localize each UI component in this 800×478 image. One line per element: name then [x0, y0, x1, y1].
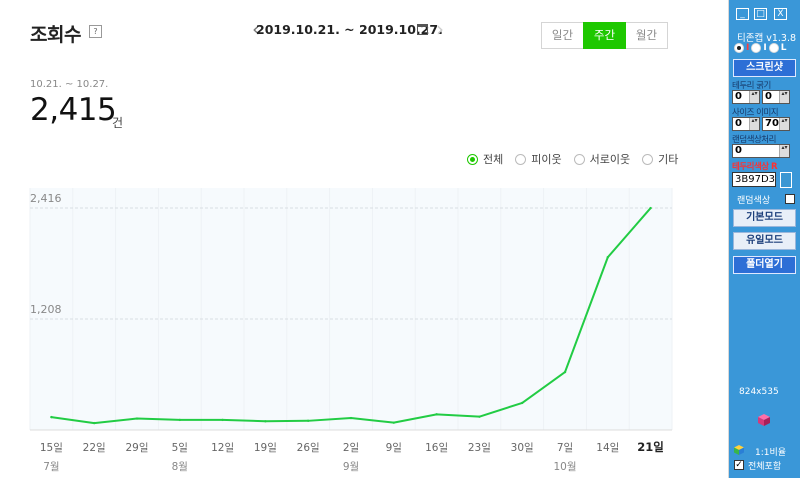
- data-point: [264, 420, 267, 423]
- border-width-input[interactable]: 0: [762, 90, 790, 104]
- capture-tool-sidebar: _ □ X 티존캡 v1.3.8 I I L 스크린샷 테두리 굵기 0 0 사…: [729, 0, 800, 478]
- mode-radio-icon[interactable]: [768, 43, 779, 53]
- x-tick-label: 22일: [83, 441, 106, 454]
- close-icon[interactable]: X: [774, 8, 787, 20]
- screenshot-button[interactable]: 스크린샷: [733, 59, 796, 77]
- radio-icon[interactable]: [642, 153, 654, 165]
- filter-neighbor[interactable]: 피이웃: [515, 151, 562, 167]
- data-point: [478, 415, 481, 418]
- x-tick-label: 16일: [425, 441, 448, 454]
- next-period-icon[interactable]: ›: [436, 19, 444, 39]
- data-point: [221, 418, 224, 422]
- page-title: 조회수: [30, 24, 81, 46]
- data-point: [135, 417, 139, 420]
- mode-label: L: [780, 43, 787, 53]
- border-width-input[interactable]: 0: [732, 90, 760, 104]
- x-tick-label: 14일: [596, 441, 619, 454]
- period-tabs: 일간 주간 월간: [541, 22, 668, 49]
- data-point: [435, 413, 438, 416]
- data-point: [93, 421, 96, 425]
- random-color-checkbox[interactable]: [785, 194, 795, 204]
- ratio-label: 1:1비율: [755, 448, 787, 458]
- month-label: 8월: [172, 461, 188, 473]
- minimize-icon[interactable]: _: [736, 8, 749, 20]
- filter-neighbor-label: 피이웃: [531, 153, 562, 166]
- calendar-icon[interactable]: [417, 24, 428, 35]
- x-tick-label: 12일: [211, 441, 234, 454]
- data-point: [50, 415, 53, 419]
- open-folder-button[interactable]: 폴더열기: [733, 256, 796, 274]
- blog-stats-panel: 조회수 ? ‹ 2019.10.21. ~ 2019.10.27. › 일간 주…: [0, 0, 729, 478]
- resolution-text: 824x535: [739, 387, 779, 397]
- views-line-chart: 2,416 1,208 15일 7월 22일 29일 5일 8월 12일 19일 26일 2일 9월 9일…: [29, 188, 673, 473]
- y-tick-label: 2,416: [30, 192, 62, 205]
- data-point: [307, 419, 310, 423]
- size-input[interactable]: 70: [762, 117, 790, 131]
- filter-mutual[interactable]: 서로이웃: [573, 151, 631, 167]
- radio-icon[interactable]: [573, 153, 585, 165]
- random-color-label: 랜덤색상: [737, 196, 771, 206]
- radio-icon[interactable]: [515, 153, 527, 165]
- mode-label: I: [746, 43, 750, 53]
- mode-selector: I I L: [732, 43, 786, 53]
- basic-mode-button[interactable]: 기본모드: [733, 209, 796, 227]
- cube-icon: [758, 414, 770, 426]
- summary-range: 10.21. ~ 10.27.: [30, 79, 109, 90]
- plot-area: [30, 188, 672, 430]
- tab-monthly[interactable]: 월간: [625, 22, 668, 49]
- x-tick-label: 26일: [297, 441, 320, 454]
- color-swatch[interactable]: [780, 172, 792, 188]
- x-tick-label: 5일: [172, 441, 188, 454]
- data-point: [606, 256, 609, 259]
- data-point: [521, 401, 524, 405]
- app-title: 티존캡 v1.3.8: [737, 33, 797, 44]
- filter-all-label: 전체: [483, 153, 504, 166]
- tab-weekly[interactable]: 주간: [583, 22, 626, 49]
- radio-icon[interactable]: [467, 153, 478, 165]
- x-tick-label: 30일: [511, 441, 534, 454]
- x-tick-label: 2일: [343, 441, 359, 454]
- mode-radio-icon[interactable]: [751, 43, 762, 53]
- summary-value: 2,415: [30, 92, 117, 128]
- x-tick-label: 15일: [40, 441, 63, 454]
- filter-other[interactable]: 기타: [642, 151, 678, 167]
- x-tick-label: 9일: [386, 441, 402, 454]
- summary-unit: 건: [112, 116, 124, 130]
- y-tick-label: 1,208: [30, 303, 62, 316]
- border-color-label: 테두리색상 R: [732, 162, 778, 172]
- x-tick-label: 21일: [637, 440, 664, 454]
- data-point: [649, 206, 652, 210]
- mode-label: I: [763, 43, 767, 53]
- date-range: 2019.10.21. ~ 2019.10.27.: [256, 22, 443, 37]
- include-all-label: 전체포함: [748, 462, 782, 472]
- include-all-checkbox[interactable]: ✓: [734, 460, 744, 470]
- tab-daily[interactable]: 일간: [541, 22, 584, 49]
- month-label: 7월: [43, 461, 59, 473]
- x-tick-label: 7일: [557, 441, 573, 454]
- help-icon[interactable]: ?: [89, 25, 102, 38]
- size-input[interactable]: 0: [732, 117, 760, 131]
- mode-radio-icon[interactable]: [734, 43, 744, 53]
- month-label: 10월: [553, 461, 576, 473]
- filter-mutual-label: 서로이웃: [589, 153, 631, 166]
- x-tick-label: 19일: [254, 441, 277, 454]
- data-point: [392, 421, 395, 424]
- visitor-filters: 전체 피이웃 서로이웃 기타: [467, 151, 690, 167]
- data-point: [563, 370, 567, 374]
- month-label: 9월: [343, 461, 359, 473]
- color-hex-field[interactable]: 3B97D3: [732, 172, 776, 187]
- maximize-icon[interactable]: □: [754, 8, 767, 20]
- random-input[interactable]: 0: [732, 144, 790, 158]
- user-mode-button[interactable]: 유일모드: [733, 232, 796, 250]
- data-point: [178, 418, 181, 422]
- x-tick-label: 29일: [125, 441, 148, 454]
- data-point: [349, 416, 353, 420]
- x-tick-label: 23일: [468, 441, 491, 454]
- ratio-cube-icon: [734, 445, 744, 455]
- filter-all[interactable]: 전체: [467, 151, 503, 167]
- filter-other-label: 기타: [658, 153, 679, 166]
